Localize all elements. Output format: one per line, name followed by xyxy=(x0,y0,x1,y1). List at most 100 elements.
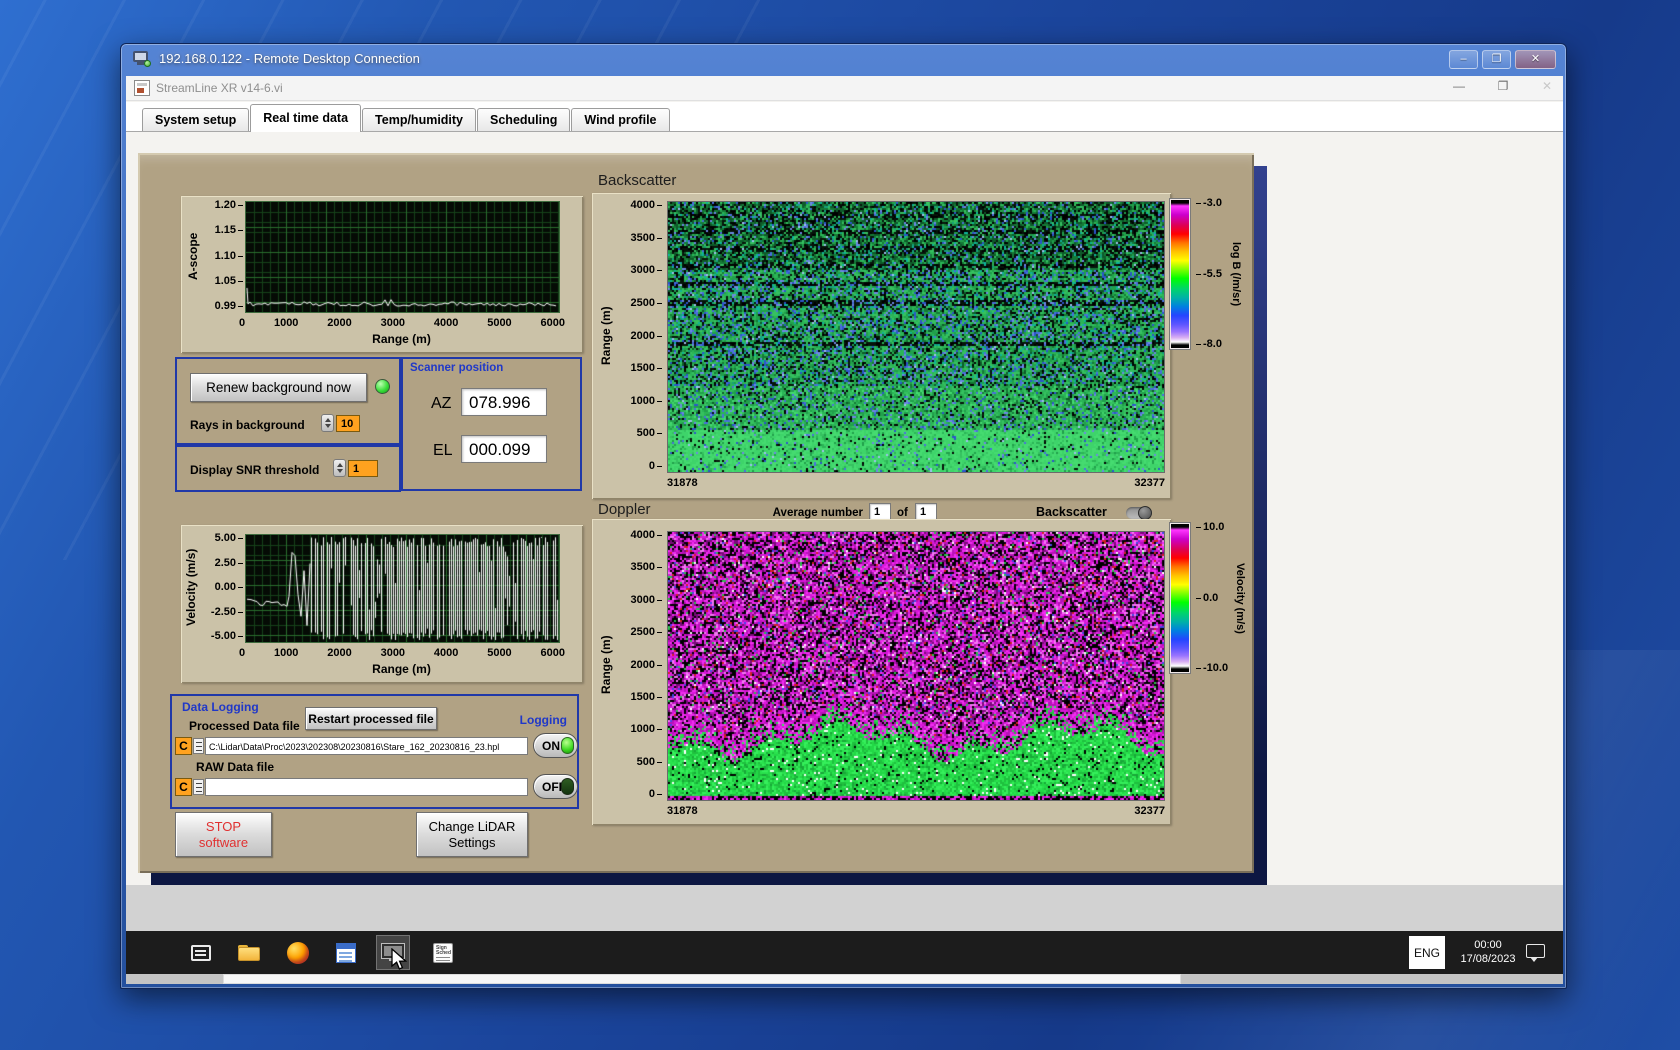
backscatter-y-axis-label: Range (m) xyxy=(599,306,613,366)
backscatter-y-ticks: 4000 3500 3000 2500 2000 1500 1000 500 0 xyxy=(618,200,662,472)
tick-label: 31878 xyxy=(667,477,698,489)
raw-logging-off-button[interactable]: OFF xyxy=(533,774,578,799)
tick-label: 3500 xyxy=(631,232,662,243)
backscatter-colorbar xyxy=(1169,198,1191,350)
doppler-y-axis-label: Range (m) xyxy=(599,635,613,695)
tab-system-setup[interactable]: System setup xyxy=(142,108,250,131)
velocity-y-ticks: 5.00 2.50 0.00 -2.50 -5.00 xyxy=(199,533,243,642)
processed-logging-on-button[interactable]: ON xyxy=(533,733,578,758)
tick-label: 5000 xyxy=(487,317,512,329)
average-number-field[interactable]: 1 xyxy=(869,503,891,520)
close-button[interactable]: ✕ xyxy=(1515,50,1556,69)
ascope-x-ticks: 0 1000 2000 3000 4000 5000 6000 xyxy=(239,317,565,329)
rdp-titlebar[interactable]: 192.168.0.122 - Remote Desktop Connectio… xyxy=(121,44,1566,76)
renew-background-button[interactable]: Renew background now xyxy=(190,373,367,402)
doppler-graph-group: Range (m) 4000 3500 3000 2500 2000 1500 1000 50… xyxy=(592,519,1171,825)
velocity-graph-group: Velocity (m/s) 5.00 2.50 0.00 -2.50 -5.00 0 1… xyxy=(181,525,583,683)
tick-label: 3000 xyxy=(380,317,406,329)
processed-drive-button[interactable]: C xyxy=(175,737,192,755)
azimuth-label: AZ xyxy=(431,395,452,412)
tick-label: -8.0 xyxy=(1196,339,1222,350)
velocity-x-ticks: 0 1000 2000 3000 4000 5000 6000 xyxy=(239,647,565,659)
taskbar-icon-remote-desktop-active[interactable] xyxy=(376,935,410,970)
tick-label: 0 xyxy=(649,789,662,800)
taskbar-icon-sign-sched[interactable]: Sign Sched xyxy=(426,935,460,970)
doppler-y-ticks: 4000 3500 3000 2500 2000 1500 1000 500 0 xyxy=(618,530,662,800)
velocity-canvas xyxy=(246,535,559,642)
processed-data-file-label: Processed Data file xyxy=(189,719,300,733)
tab-wind-profile[interactable]: Wind profile xyxy=(571,108,670,131)
tab-real-time-data[interactable]: Real time data xyxy=(250,104,362,132)
scrollbar-thumb[interactable] xyxy=(223,974,1181,984)
horizontal-scrollbar[interactable] xyxy=(126,974,1563,984)
processed-path-field[interactable]: C:\Lidar\Data\Proc\2023\202308\20230816\… xyxy=(205,737,528,755)
backscatter-toggle-switch[interactable] xyxy=(1126,506,1152,520)
stop-software-button[interactable]: STOP software xyxy=(175,812,272,857)
doppler-colorbar xyxy=(1169,522,1191,674)
rays-spinner[interactable] xyxy=(321,414,334,432)
taskbar-icon-document-app[interactable] xyxy=(329,935,363,970)
logging-label: Logging xyxy=(519,713,567,727)
tab-temp-humidity[interactable]: Temp/humidity xyxy=(362,108,477,131)
tick-label: 2500 xyxy=(631,627,662,638)
tick-label: 32377 xyxy=(1134,805,1165,817)
tick-label: 0.00 xyxy=(215,582,243,593)
vi-close-button[interactable]: ✕ xyxy=(1537,79,1557,93)
tab-scheduling[interactable]: Scheduling xyxy=(477,108,571,131)
restart-processed-file-button[interactable]: Restart processed file xyxy=(305,707,437,730)
processed-path-browse-icon[interactable] xyxy=(193,738,204,754)
tick-label: 2.50 xyxy=(215,557,243,568)
tick-label: 6000 xyxy=(540,317,565,329)
taskbar-icon-file-explorer[interactable] xyxy=(232,935,266,970)
ascope-graph-group: A-scope 1.20 1.15 1.10 1.05 0.99 0 1000 2000 30… xyxy=(181,196,583,353)
on-led xyxy=(561,737,574,754)
maximize-button[interactable]: ❐ xyxy=(1482,50,1511,69)
vi-title: StreamLine XR v14-6.vi xyxy=(156,81,283,95)
tick-label: 3000 xyxy=(631,594,662,605)
raw-path-browse-icon[interactable] xyxy=(193,779,204,795)
tick-label: 1000 xyxy=(631,395,662,406)
rays-value-field[interactable]: 10 xyxy=(336,415,360,432)
tick-label: 2000 xyxy=(631,330,662,341)
vi-titlebar: StreamLine XR v14-6.vi — ❐ ✕ xyxy=(126,76,1563,101)
snr-value-field[interactable]: 1 xyxy=(348,460,378,477)
doppler-colorbar-label: Velocity (m/s) xyxy=(1234,562,1246,634)
taskbar-clock[interactable]: 00:00 17/08/2023 xyxy=(1448,938,1528,966)
main-panel: A-scope 1.20 1.15 1.10 1.05 0.99 0 1000 2000 30… xyxy=(138,153,1254,873)
doppler-x-ticks: 31878 32377 xyxy=(667,805,1165,817)
average-of-field[interactable]: 1 xyxy=(915,503,937,520)
average-number-label: Average number xyxy=(772,507,863,519)
doppler-heatmap xyxy=(667,531,1165,801)
notification-center-icon[interactable] xyxy=(1526,944,1545,962)
clock-time: 00:00 xyxy=(1474,939,1502,951)
tick-label: 1000 xyxy=(273,317,299,329)
vi-restore-button[interactable]: ❐ xyxy=(1493,79,1513,93)
off-led xyxy=(561,778,574,795)
snr-threshold-label: Display SNR threshold xyxy=(190,463,320,477)
tick-label: 2500 xyxy=(631,297,662,308)
labview-vi-icon xyxy=(134,80,150,96)
vi-minimize-button[interactable]: — xyxy=(1449,79,1469,93)
raw-drive-button[interactable]: C xyxy=(175,778,192,796)
sign-sched-text2: Sched xyxy=(436,949,452,956)
language-indicator[interactable]: ENG xyxy=(1409,936,1445,969)
taskbar-icon-firefox[interactable] xyxy=(281,935,315,970)
content-bottom-strip xyxy=(126,885,1563,931)
tab-strip: System setup Real time data Temp/humidity S… xyxy=(142,104,671,132)
tick-label: 2000 xyxy=(327,317,352,329)
raw-path-field[interactable] xyxy=(205,778,528,796)
minimize-button[interactable]: – xyxy=(1449,50,1478,69)
snr-spinner[interactable] xyxy=(333,459,346,477)
change-lidar-settings-button[interactable]: Change LiDAR Settings xyxy=(416,812,528,857)
stop-line1: STOP xyxy=(205,818,242,834)
data-logging-box: Data Logging Processed Data file Restart… xyxy=(170,694,579,809)
tick-label: 5000 xyxy=(487,647,512,659)
rays-in-background-label: Rays in background xyxy=(190,418,305,432)
tick-label: 500 xyxy=(637,756,662,767)
tick-label: 6000 xyxy=(540,647,565,659)
tick-label: 1000 xyxy=(273,647,299,659)
tick-label: 0.0 xyxy=(1196,592,1218,603)
taskbar-icon-task-view[interactable] xyxy=(184,935,218,970)
tick-label: 1000 xyxy=(631,724,662,735)
tick-label: 0.99 xyxy=(215,301,243,312)
